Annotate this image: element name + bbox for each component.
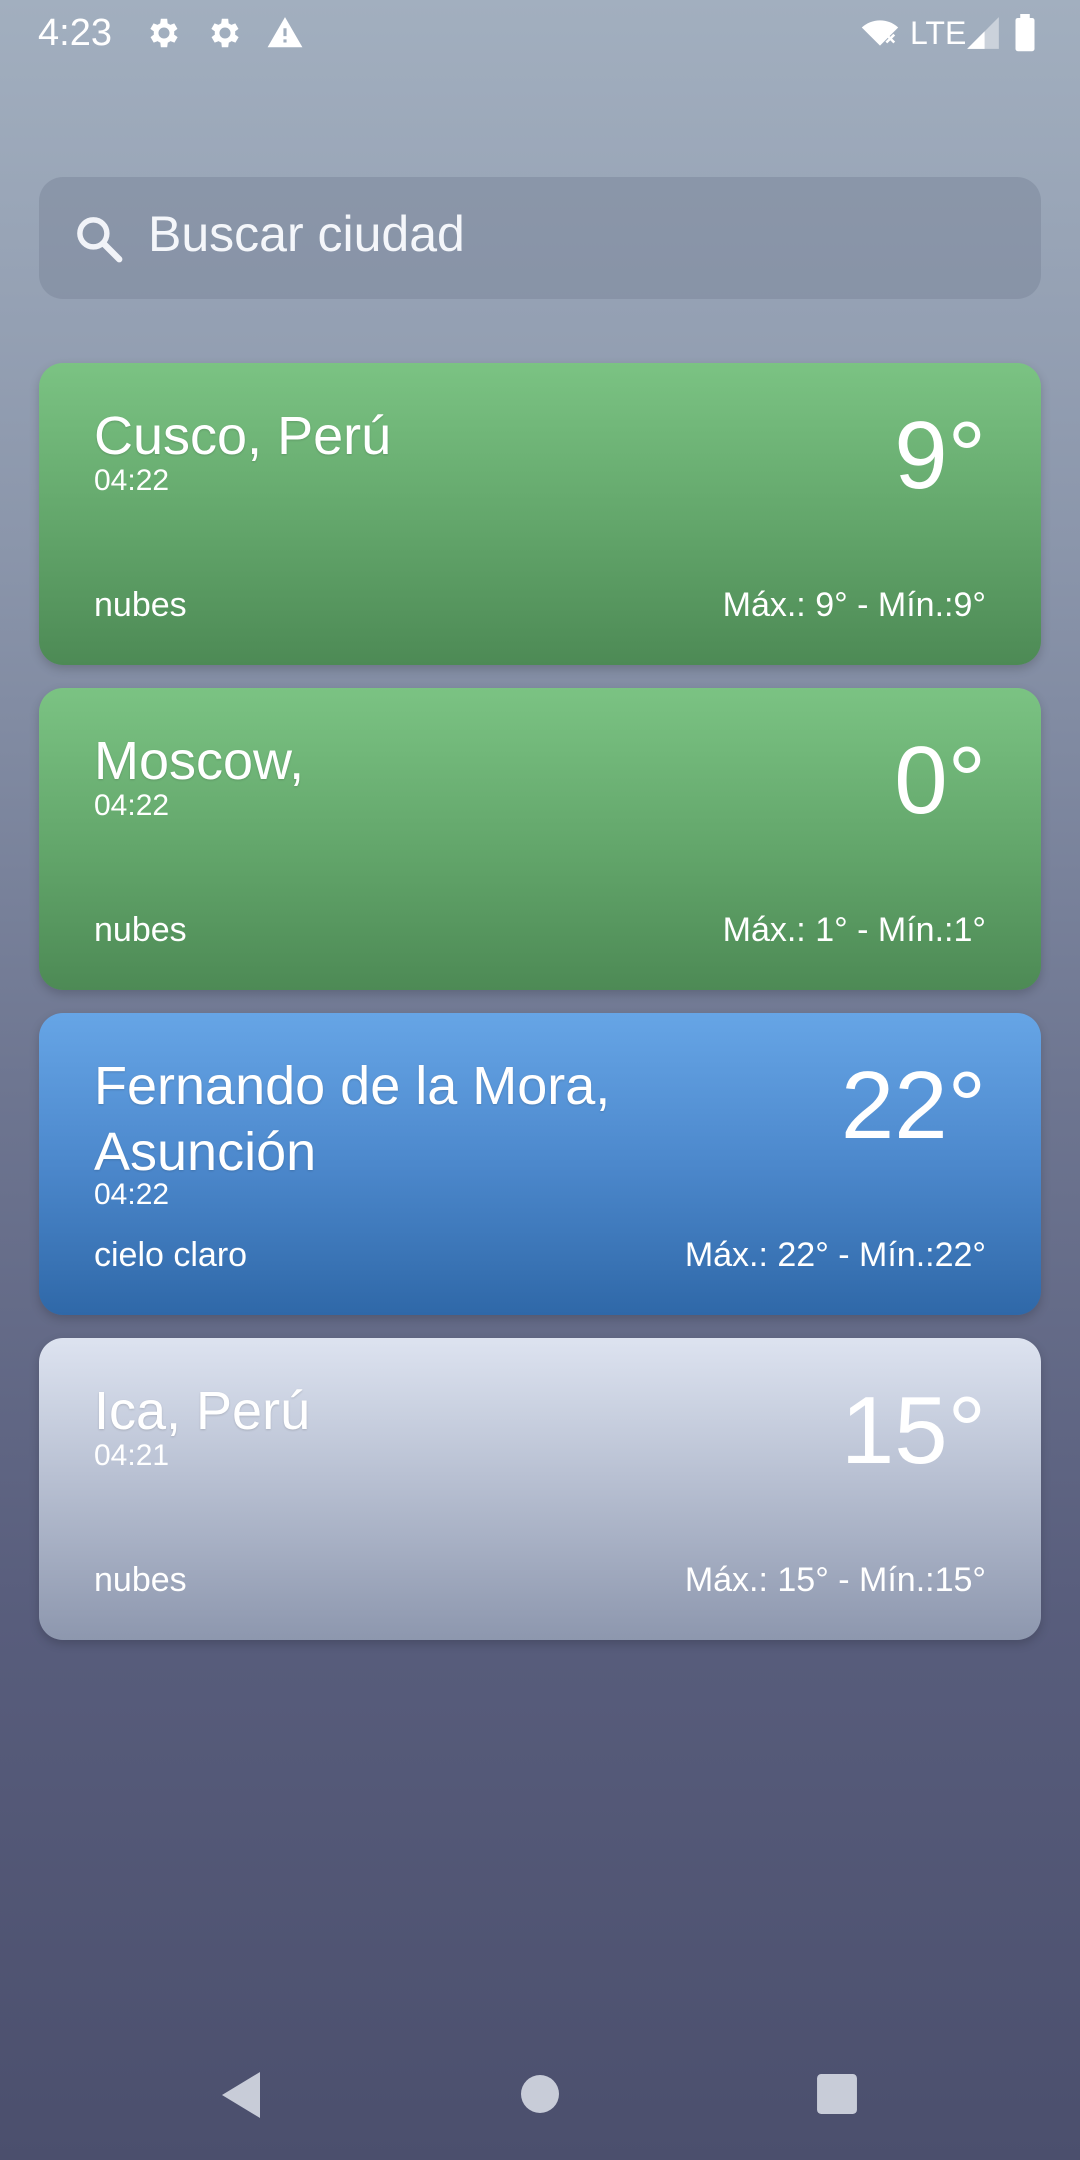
- temperature-range: Máx.: 1° - Mín.:1°: [722, 911, 986, 949]
- search-icon[interactable]: [72, 212, 126, 266]
- city-name: Cusco, Perú: [94, 406, 392, 466]
- temperature: 22°: [840, 1052, 986, 1159]
- settings-icon: [145, 14, 183, 52]
- local-time: 04:22: [94, 789, 170, 822]
- city-card[interactable]: Ica, Perú 04:21 15° nubes Máx.: 15° - Mí…: [39, 1338, 1041, 1640]
- network-type: LTE: [910, 15, 967, 51]
- weather-description: cielo claro: [94, 1236, 248, 1274]
- local-time: 04:22: [94, 464, 170, 497]
- temperature: 15°: [840, 1377, 986, 1484]
- city-card[interactable]: Cusco, Perú 04:22 9° nubes Máx.: 9° - Mí…: [39, 363, 1041, 665]
- battery-icon: [1010, 14, 1040, 52]
- local-time: 04:21: [94, 1439, 170, 1472]
- weather-description: nubes: [94, 586, 187, 624]
- city-name: Ica, Perú: [94, 1381, 311, 1441]
- temperature-range: Máx.: 9° - Mín.:9°: [722, 586, 986, 624]
- temperature-range: Máx.: 15° - Mín.:15°: [684, 1561, 986, 1599]
- home-icon[interactable]: [520, 2074, 560, 2114]
- status-bar: 4:23 LTE: [0, 0, 1080, 66]
- local-time: 04:22: [94, 1178, 170, 1211]
- city-card[interactable]: Fernando de la Mora, Asunción 04:22 22° …: [39, 1013, 1041, 1315]
- settings-icon: [206, 14, 244, 52]
- city-name: Fernando de la Mora, Asunción: [94, 1056, 611, 1182]
- city-card[interactable]: Moscow, 04:22 0° nubes Máx.: 1° - Mín.:1…: [39, 688, 1041, 990]
- search-placeholder[interactable]: Buscar ciudad: [148, 201, 465, 267]
- recents-icon[interactable]: [816, 2073, 858, 2115]
- city-name: Moscow,: [94, 731, 305, 791]
- weather-description: nubes: [94, 911, 187, 949]
- wifi-icon: [858, 14, 902, 52]
- temperature: 0°: [894, 727, 986, 834]
- temperature-range: Máx.: 22° - Mín.:22°: [684, 1236, 986, 1274]
- temperature: 9°: [894, 402, 986, 509]
- status-time: 4:23: [38, 12, 112, 54]
- weather-description: nubes: [94, 1561, 187, 1599]
- back-icon[interactable]: [218, 2070, 262, 2120]
- signal-icon: [964, 14, 1002, 52]
- warning-icon: [266, 14, 304, 52]
